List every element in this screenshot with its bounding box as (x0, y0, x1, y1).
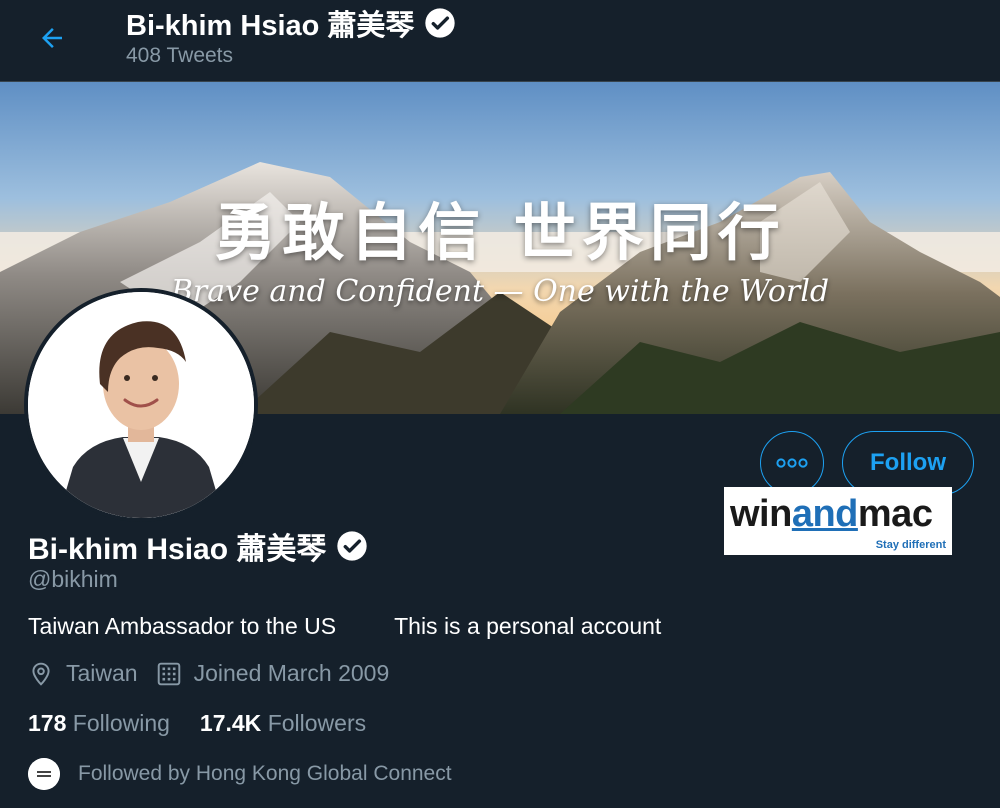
joined-date: Joined March 2009 (193, 660, 390, 686)
more-dots-icon (776, 458, 808, 468)
joined-date-group: Joined March 2009 (156, 660, 390, 687)
followers-link[interactable]: 17.4K Followers (200, 710, 366, 736)
follower-logo-image (28, 758, 60, 790)
watermark-wordmark: winandmac (730, 493, 933, 536)
winandmac-watermark-logo: winandmac Stay different (724, 487, 952, 555)
follow-stats: 178 Following 17.4K Followers (28, 710, 366, 737)
followed-by-row[interactable]: Followed by Hong Kong Global Connect (28, 758, 452, 790)
verified-badge-icon (336, 530, 368, 562)
header-title: Bi-khim Hsiao 蕭美琴 (126, 2, 456, 44)
followers-label: Followers (267, 710, 367, 736)
calendar-icon (156, 661, 182, 687)
watermark-and: and (791, 493, 859, 535)
tweet-count: 408 Tweets (126, 44, 234, 67)
verified-badge-icon (424, 7, 456, 39)
follow-button[interactable]: Follow (842, 431, 974, 495)
arrow-left-icon (42, 28, 62, 48)
profile-location: Taiwan (66, 660, 138, 686)
profile-avatar[interactable] (24, 288, 258, 522)
bio-text-1: Taiwan Ambassador to the US (28, 613, 337, 639)
following-label: Following (72, 710, 170, 736)
profile-bio: Taiwan Ambassador to the US This is a per… (28, 613, 661, 640)
following-count: 178 (28, 710, 67, 736)
following-link[interactable]: 178 Following (28, 710, 170, 736)
header-display-name: Bi-khim Hsiao 蕭美琴 (126, 10, 415, 42)
location-pin-icon (28, 661, 54, 687)
profile-name: Bi-khim Hsiao 蕭美琴 (28, 524, 368, 568)
back-button[interactable] (34, 20, 70, 56)
watermark-tagline: Stay different (875, 539, 946, 551)
watermark-mac: mac (857, 493, 933, 535)
person-portrait-image (28, 292, 254, 518)
more-options-button[interactable] (760, 431, 824, 495)
follower-avatar (28, 758, 60, 790)
profile-meta: Taiwan Joined March 2009 (28, 660, 389, 687)
bio-text-2: This is a personal account (394, 613, 662, 639)
profile-display-name: Bi-khim Hsiao 蕭美琴 (28, 533, 327, 566)
followed-by-text: Followed by Hong Kong Global Connect (78, 762, 452, 785)
profile-handle: @bikhim (28, 566, 118, 592)
banner-title: 勇敢自信 世界同行 (214, 196, 786, 269)
banner-subtitle: Brave and Confident — One with the World (170, 274, 830, 309)
watermark-win: win (730, 493, 792, 535)
top-bar: Bi-khim Hsiao 蕭美琴 408 Tweets (0, 0, 1000, 82)
followers-count: 17.4K (199, 710, 262, 736)
